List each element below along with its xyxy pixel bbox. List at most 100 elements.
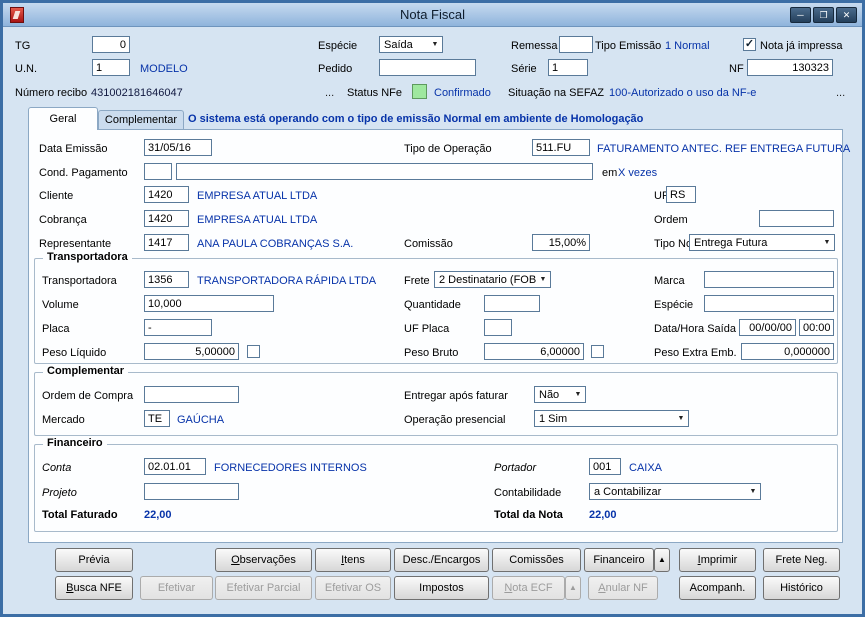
situacao-sefaz-value: 100-Autorizado o uso da NF-e bbox=[609, 87, 756, 100]
comissao-input[interactable] bbox=[532, 234, 590, 251]
nota-ecf-expand-button: ▲ bbox=[565, 576, 581, 600]
contabilidade-label: Contabilidade bbox=[494, 487, 561, 500]
itens-button[interactable]: Itens bbox=[315, 548, 391, 572]
un-label: U.N. bbox=[15, 63, 37, 76]
projeto-input[interactable] bbox=[144, 483, 239, 500]
window-controls: ─ ❐ ✕ bbox=[790, 7, 857, 23]
especie-embalagem-input[interactable] bbox=[704, 295, 834, 312]
especie-embalagem-label: Espécie bbox=[654, 299, 693, 312]
representante-desc: ANA PAULA COBRANÇAS S.A. bbox=[197, 238, 353, 251]
peso-liquido-checkbox[interactable] bbox=[247, 345, 260, 358]
representante-label: Representante bbox=[39, 238, 111, 251]
conta-desc: FORNECEDORES INTERNOS bbox=[214, 462, 367, 475]
frete-select[interactable]: 2 Destinatario (FOB bbox=[434, 271, 551, 288]
un-input[interactable] bbox=[92, 59, 130, 76]
financeiro-button[interactable]: Financeiro bbox=[584, 548, 654, 572]
total-faturado-label: Total Faturado bbox=[42, 509, 118, 522]
conta-label: Conta bbox=[42, 462, 71, 475]
total-faturado-value: 22,00 bbox=[144, 509, 172, 522]
portador-desc: CAIXA bbox=[629, 462, 662, 475]
transportadora-input[interactable] bbox=[144, 271, 189, 288]
cliente-desc: EMPRESA ATUAL LTDA bbox=[197, 190, 317, 203]
peso-extra-input[interactable] bbox=[741, 343, 834, 360]
efetivar-os-button: Efetivar OS bbox=[315, 576, 391, 600]
peso-extra-label: Peso Extra Emb. bbox=[654, 347, 737, 360]
observacoes-button[interactable]: Observações bbox=[215, 548, 312, 572]
serie-input[interactable] bbox=[548, 59, 588, 76]
financeiro-expand-button[interactable]: ▲ bbox=[654, 548, 670, 572]
data-saida-input[interactable] bbox=[739, 319, 796, 336]
tg-label: TG bbox=[15, 40, 30, 53]
efetivar-button: Efetivar bbox=[140, 576, 213, 600]
especie-select[interactable]: Saída bbox=[379, 36, 443, 53]
maximize-button[interactable]: ❐ bbox=[813, 7, 834, 23]
peso-liquido-input[interactable] bbox=[144, 343, 239, 360]
chevron-down-icon bbox=[675, 411, 687, 426]
placa-input[interactable] bbox=[144, 319, 212, 336]
nota-ja-impressa-checkbox[interactable] bbox=[743, 38, 756, 51]
tg-input[interactable] bbox=[92, 36, 130, 53]
peso-bruto-checkbox[interactable] bbox=[591, 345, 604, 358]
ordem-compra-label: Ordem de Compra bbox=[42, 390, 133, 403]
tipo-emissao-value: 1 Normal bbox=[665, 40, 710, 53]
tab-geral[interactable]: Geral bbox=[28, 107, 98, 130]
cliente-input[interactable] bbox=[144, 186, 189, 203]
busca-nfe-button[interactable]: Busca NFE bbox=[55, 576, 133, 600]
marca-input[interactable] bbox=[704, 271, 834, 288]
data-hora-saida-label: Data/Hora Saída bbox=[654, 323, 736, 336]
ordem-input[interactable] bbox=[759, 210, 834, 227]
transportadora-group-title: Transportadora bbox=[43, 251, 132, 263]
imprimir-button[interactable]: Imprimir bbox=[679, 548, 756, 572]
status-nfe-value: Confirmado bbox=[434, 87, 491, 100]
entregar-apos-faturar-select[interactable]: Não bbox=[534, 386, 586, 403]
representante-input[interactable] bbox=[144, 234, 189, 251]
recibo-more-button[interactable]: ... bbox=[325, 87, 334, 100]
cliente-label: Cliente bbox=[39, 190, 73, 203]
sefaz-more-button[interactable]: ... bbox=[836, 87, 845, 100]
close-button[interactable]: ✕ bbox=[836, 7, 857, 23]
mercado-input[interactable] bbox=[144, 410, 170, 427]
conta-input[interactable] bbox=[144, 458, 206, 475]
hora-saida-input[interactable] bbox=[799, 319, 834, 336]
mercado-desc: GAÚCHA bbox=[177, 414, 224, 427]
uf-placa-input[interactable] bbox=[484, 319, 512, 336]
peso-bruto-input[interactable] bbox=[484, 343, 584, 360]
tipo-nota-select[interactable]: Entrega Futura bbox=[689, 234, 835, 251]
total-da-nota-label: Total da Nota bbox=[494, 509, 563, 522]
comissoes-button[interactable]: Comissões bbox=[492, 548, 581, 572]
efetivar-parcial-button: Efetivar Parcial bbox=[215, 576, 312, 600]
acompanh-button[interactable]: Acompanh. bbox=[679, 576, 756, 600]
chevron-down-icon bbox=[572, 387, 584, 402]
quantidade-input[interactable] bbox=[484, 295, 540, 312]
pedido-input[interactable] bbox=[379, 59, 476, 76]
especie-label: Espécie bbox=[318, 40, 357, 53]
peso-bruto-label: Peso Bruto bbox=[404, 347, 458, 360]
cobranca-input[interactable] bbox=[144, 210, 189, 227]
desc-encargos-button[interactable]: Desc./Encargos bbox=[394, 548, 489, 572]
cond-pagamento-desc-input[interactable] bbox=[176, 163, 593, 180]
complementar-group-title: Complementar bbox=[43, 365, 128, 377]
impostos-button[interactable]: Impostos bbox=[394, 576, 489, 600]
em-label: em bbox=[602, 167, 617, 180]
portador-input[interactable] bbox=[589, 458, 621, 475]
chevron-down-icon bbox=[821, 235, 833, 250]
chevron-down-icon bbox=[537, 272, 549, 287]
tipo-operacao-input[interactable] bbox=[532, 139, 590, 156]
operacao-presencial-select[interactable]: 1 Sim bbox=[534, 410, 689, 427]
tipo-operacao-desc: FATURAMENTO ANTEC. REF ENTREGA FUTURA bbox=[597, 143, 850, 156]
tab-complementar[interactable]: Complementar bbox=[98, 110, 184, 130]
frete-neg-button[interactable]: Frete Neg. bbox=[763, 548, 840, 572]
uf-input[interactable] bbox=[666, 186, 696, 203]
nf-input[interactable] bbox=[747, 59, 833, 76]
previa-button[interactable]: Prévia bbox=[55, 548, 133, 572]
contabilidade-select[interactable]: a Contabilizar bbox=[589, 483, 761, 500]
cond-pagamento-code-input[interactable] bbox=[144, 163, 172, 180]
chevron-down-icon bbox=[747, 484, 759, 499]
volume-input[interactable] bbox=[144, 295, 274, 312]
historico-button[interactable]: Histórico bbox=[763, 576, 840, 600]
data-emissao-input[interactable] bbox=[144, 139, 212, 156]
minimize-button[interactable]: ─ bbox=[790, 7, 811, 23]
numero-recibo-value: 431002181646047 bbox=[91, 87, 183, 100]
ordem-compra-input[interactable] bbox=[144, 386, 239, 403]
remessa-input[interactable] bbox=[559, 36, 593, 53]
